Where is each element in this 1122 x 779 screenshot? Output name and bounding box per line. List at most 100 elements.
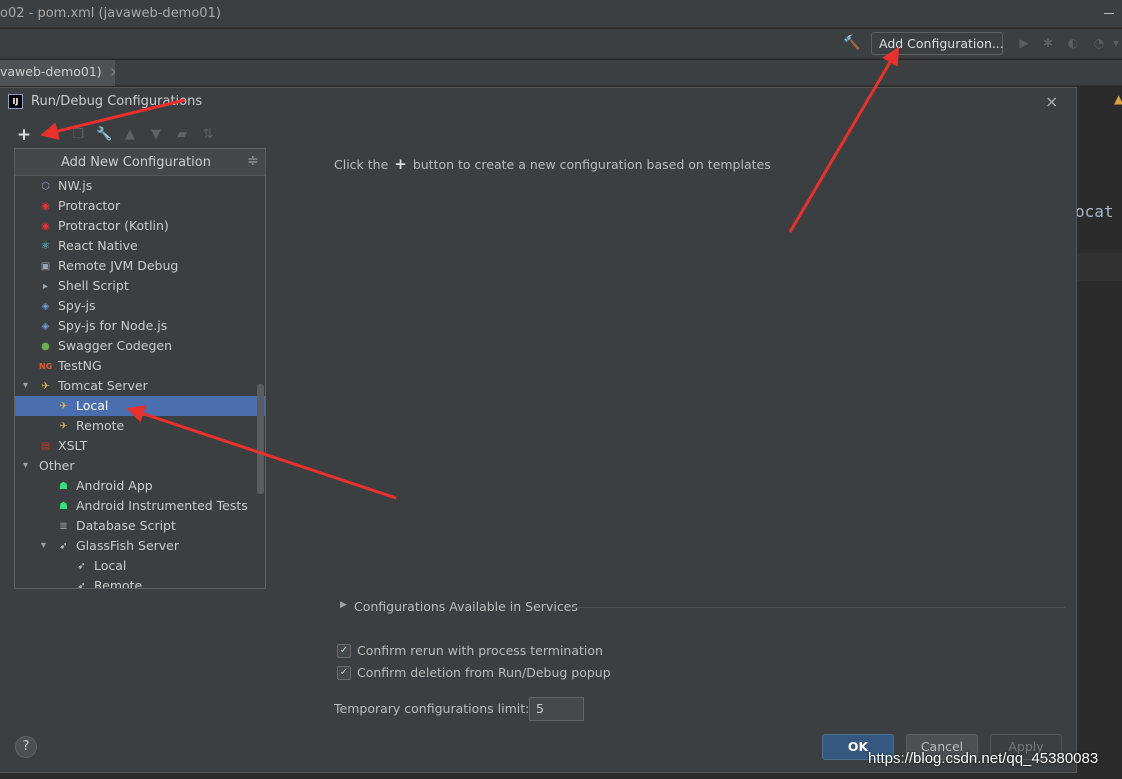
configuration-type-label: Other xyxy=(39,458,75,473)
warning-icon[interactable]: ▲ xyxy=(1114,92,1122,106)
configuration-type-item[interactable]: ▾ ➶ GlassFish Server xyxy=(15,536,265,556)
configuration-type-item[interactable]: ● Swagger Codegen xyxy=(15,336,265,356)
glassfish-local-icon: ➶ xyxy=(77,561,86,572)
editor-tabbar: vaweb-demo01) × xyxy=(0,60,1122,86)
editor-area xyxy=(1077,87,1122,779)
testng-icon: NG xyxy=(39,362,53,371)
remote-debug-icon: ▣ xyxy=(40,261,51,272)
configuration-type-label: Remote xyxy=(94,578,143,589)
chevron-down-icon[interactable]: ▾ xyxy=(23,456,28,476)
run-icon[interactable]: ▶ xyxy=(1017,36,1031,50)
chevron-down-icon[interactable]: ▾ xyxy=(23,376,28,396)
popup-header: Add New Configuration ≑ xyxy=(15,149,265,176)
configuration-type-label: Android Instrumented Tests xyxy=(76,498,248,513)
configuration-type-list: ⬡ NW.js ◉ Protractor ◉ Protractor (Kotlin) ⚛ Re… xyxy=(15,176,265,588)
android-icon: ☗ xyxy=(59,481,68,492)
more-run-options-icon[interactable]: ▾ xyxy=(1111,36,1121,50)
configuration-type-item[interactable]: NG TestNG xyxy=(15,356,265,376)
configuration-type-item[interactable]: ⬡ NW.js xyxy=(15,176,265,196)
confirm-rerun-label: Confirm rerun with process termination xyxy=(357,643,603,658)
configuration-type-item[interactable]: ◈ Spy-js for Node.js xyxy=(15,316,265,336)
popup-scrollbar[interactable] xyxy=(257,384,264,494)
configuration-type-item[interactable]: ☗ Android Instrumented Tests xyxy=(15,496,265,516)
window-title: o02 - pom.xml (javaweb-demo01) xyxy=(0,6,221,21)
window-titlebar: o02 - pom.xml (javaweb-demo01) xyxy=(0,0,1122,28)
glassfish-remote-icon: ➶ xyxy=(77,581,86,589)
run-debug-configurations-dialog: IJ Run/Debug Configurations × + − ❐ 🔧 ▲ … xyxy=(0,87,1077,773)
chevron-down-icon[interactable]: ▾ xyxy=(41,536,46,556)
sort-icon[interactable]: ⇅ xyxy=(200,126,216,144)
configuration-type-item[interactable]: ◉ Protractor xyxy=(15,196,265,216)
wrench-icon[interactable]: 🔧 xyxy=(96,126,112,144)
main-toolbar: 🔨 Add Configuration... ▶ ✱ ◐ ◔ ▾ xyxy=(0,29,1122,59)
add-configuration-plus-icon[interactable]: + xyxy=(16,126,32,144)
configuration-type-item[interactable]: ➶ Remote xyxy=(15,576,265,589)
configuration-type-label: Shell Script xyxy=(58,278,129,293)
popup-title: Add New Configuration xyxy=(61,155,211,170)
confirm-rerun-checkbox[interactable]: ✓ xyxy=(337,644,351,658)
configuration-type-item[interactable]: ✈ Local xyxy=(15,396,265,416)
configuration-type-item[interactable]: ⚛ React Native xyxy=(15,236,265,256)
move-down-icon[interactable]: ▼ xyxy=(148,126,164,144)
configuration-type-label: React Native xyxy=(58,238,138,253)
configuration-type-label: Android App xyxy=(76,478,153,493)
configuration-type-item[interactable]: ▾ ✈ Tomcat Server xyxy=(15,376,265,396)
configuration-type-label: Protractor (Kotlin) xyxy=(58,218,169,233)
confirm-deletion-checkbox[interactable]: ✓ xyxy=(337,666,351,680)
shell-icon: ▸ xyxy=(42,281,49,292)
configuration-type-label: Local xyxy=(76,398,109,413)
profile-icon[interactable]: ◔ xyxy=(1092,36,1106,50)
minimize-icon[interactable] xyxy=(1104,13,1114,14)
configuration-type-label: Local xyxy=(94,558,127,573)
close-icon[interactable]: × xyxy=(1045,92,1058,111)
services-section[interactable]: ▶ Configurations Available in Services xyxy=(340,599,1066,615)
add-configuration-button[interactable]: Add Configuration... xyxy=(871,32,1004,55)
tomcat-remote-icon: ✈ xyxy=(59,421,68,432)
configuration-type-label: XSLT xyxy=(58,438,88,453)
nwjs-icon: ⬡ xyxy=(41,181,50,192)
tomcat-local-icon: ✈ xyxy=(59,401,68,412)
help-icon[interactable]: ? xyxy=(15,736,37,758)
configuration-type-item[interactable]: ☗ Android App xyxy=(15,476,265,496)
coverage-icon[interactable]: ◐ xyxy=(1066,36,1080,50)
configuration-type-item[interactable]: ➶ Local xyxy=(15,556,265,576)
temp-limit-input[interactable]: 5 xyxy=(529,697,584,721)
move-up-icon[interactable]: ▲ xyxy=(122,126,138,144)
database-icon: ≣ xyxy=(59,521,68,532)
configuration-type-item[interactable]: ≣ Database Script xyxy=(15,516,265,536)
configuration-type-label: GlassFish Server xyxy=(76,538,179,553)
editor-text: ocat xyxy=(1075,202,1114,221)
tab-close-icon[interactable]: × xyxy=(110,64,115,79)
spyjs-icon: ◈ xyxy=(41,301,50,312)
configuration-type-item[interactable]: ▤ XSLT xyxy=(15,436,265,456)
configuration-type-item[interactable]: ✈ Remote xyxy=(15,416,265,436)
configuration-type-label: Remote JVM Debug xyxy=(58,258,179,273)
configuration-type-label: NW.js xyxy=(58,178,93,193)
services-label: Configurations Available in Services xyxy=(354,599,578,614)
hint-prefix: Click the xyxy=(334,157,389,172)
configuration-type-label: Database Script xyxy=(76,518,176,533)
xslt-icon: ▤ xyxy=(40,441,51,452)
folder-icon[interactable]: ▰ xyxy=(174,126,190,144)
editor-tab[interactable]: vaweb-demo01) × xyxy=(0,60,115,86)
editor-current-line xyxy=(1077,253,1122,281)
empty-hint: Click the + button to create a new confi… xyxy=(334,155,771,173)
debug-icon[interactable]: ✱ xyxy=(1041,36,1055,50)
configuration-type-label: Spy-js for Node.js xyxy=(58,318,168,333)
protractor-kotlin-icon: ◉ xyxy=(41,221,50,232)
configuration-type-item[interactable]: ◈ Spy-js xyxy=(15,296,265,316)
watermark: https://blog.csdn.net/qq_45380083 xyxy=(868,750,1099,767)
configurations-toolbar: + − ❐ 🔧 ▲ ▼ ▰ ⇅ xyxy=(12,126,242,146)
configuration-type-item[interactable]: ▸ Shell Script xyxy=(15,276,265,296)
collapse-all-icon[interactable]: ≑ xyxy=(247,153,259,169)
spyjs-node-icon: ◈ xyxy=(41,321,50,332)
android-tests-icon: ☗ xyxy=(59,501,68,512)
build-hammer-icon[interactable]: 🔨 xyxy=(843,35,860,51)
configuration-type-item[interactable]: ▾ Other xyxy=(15,456,265,476)
chevron-right-icon[interactable]: ▶ xyxy=(340,600,347,610)
remove-icon[interactable]: − xyxy=(40,126,56,144)
copy-icon[interactable]: ❐ xyxy=(70,126,86,144)
tomcat-icon: ✈ xyxy=(41,381,50,392)
configuration-type-item[interactable]: ◉ Protractor (Kotlin) xyxy=(15,216,265,236)
configuration-type-item[interactable]: ▣ Remote JVM Debug xyxy=(15,256,265,276)
